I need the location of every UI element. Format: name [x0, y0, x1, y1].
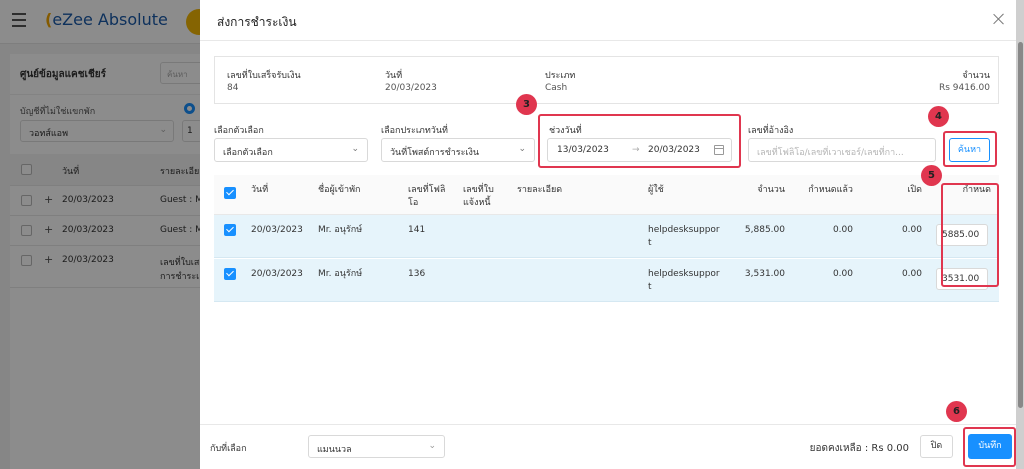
date-type-label: เลือกประเภทวันที่ [381, 126, 448, 136]
row-checkbox[interactable] [224, 268, 236, 280]
chevron-down-icon: ⌄ [428, 441, 436, 451]
balance-text: ยอดคงเหลือ : Rs 0.00 [809, 443, 909, 454]
drawer-title: ส่งการชำระเงิน [217, 15, 297, 29]
page-scrollbar[interactable] [1016, 0, 1024, 469]
selection-label: กับที่เลือก [210, 444, 247, 454]
reference-input[interactable]: เลขที่โฟลิโอ/เลขที่เวาเชอร์/เลขที่กา... [748, 138, 936, 162]
step-badge-3: 3 [516, 94, 537, 115]
option-select[interactable]: เลือกตัวเลือก ⌄ [214, 138, 368, 162]
step-badge-6: 6 [946, 401, 967, 422]
table-row[interactable]: 20/03/2023 Mr. อนุรักษ์ 141 helpdesksupp… [214, 215, 999, 258]
table-header: วันที่ ชื่อผู้เข้าพัก เลขที่โฟลิ โอ เลขที… [214, 175, 999, 215]
date-type-select[interactable]: วันที่โพสต์การชำระเงิน ⌄ [381, 138, 535, 162]
highlight-date-range [538, 114, 741, 168]
send-payment-drawer: ส่งการชำระเงิน เลขที่ใบเสร็จรับเงิน 84 ว… [200, 0, 1016, 469]
reference-label: เลขที่อ้างอิง [748, 126, 794, 136]
amount-value: Rs 9416.00 [938, 83, 990, 93]
highlight-allocate [941, 183, 999, 287]
chevron-down-icon: ⌄ [351, 144, 359, 154]
close-button[interactable]: ปิด [920, 435, 953, 458]
type-label: ประเภท [545, 71, 576, 81]
close-icon[interactable] [992, 12, 1006, 26]
payment-summary: เลขที่ใบเสร็จรับเงิน 84 วันที่ 20/03/202… [214, 56, 999, 104]
selection-select[interactable]: แมนนวล ⌄ [308, 435, 445, 458]
receipt-no-label: เลขที่ใบเสร็จรับเงิน [227, 71, 301, 81]
user-cell: helpdesksuppor t [648, 269, 720, 292]
allocation-table: วันที่ ชื่อผู้เข้าพัก เลขที่โฟลิ โอ เลขที… [214, 175, 999, 302]
invoice-header: เลขที่ใบ แจ้งหนี้ [463, 185, 494, 208]
row-checkbox[interactable] [224, 224, 236, 236]
highlight-save [963, 427, 1016, 467]
step-badge-4: 4 [928, 106, 949, 127]
amount-label: จำนวน [962, 71, 990, 81]
highlight-search [943, 131, 997, 167]
receipt-no: 84 [227, 83, 239, 93]
user-cell: helpdesksuppor t [648, 225, 720, 248]
date-label: วันที่ [385, 71, 403, 81]
table-row[interactable]: 20/03/2023 Mr. อนุรักษ์ 136 helpdesksupp… [214, 259, 999, 302]
step-badge-5: 5 [921, 165, 942, 186]
select-all-checkbox[interactable] [224, 187, 236, 199]
type-value: Cash [545, 83, 568, 93]
date-value: 20/03/2023 [385, 83, 437, 93]
option-label: เลือกตัวเลือก [214, 126, 264, 136]
folio-header: เลขที่โฟลิ โอ [408, 185, 446, 208]
chevron-down-icon: ⌄ [518, 144, 526, 154]
